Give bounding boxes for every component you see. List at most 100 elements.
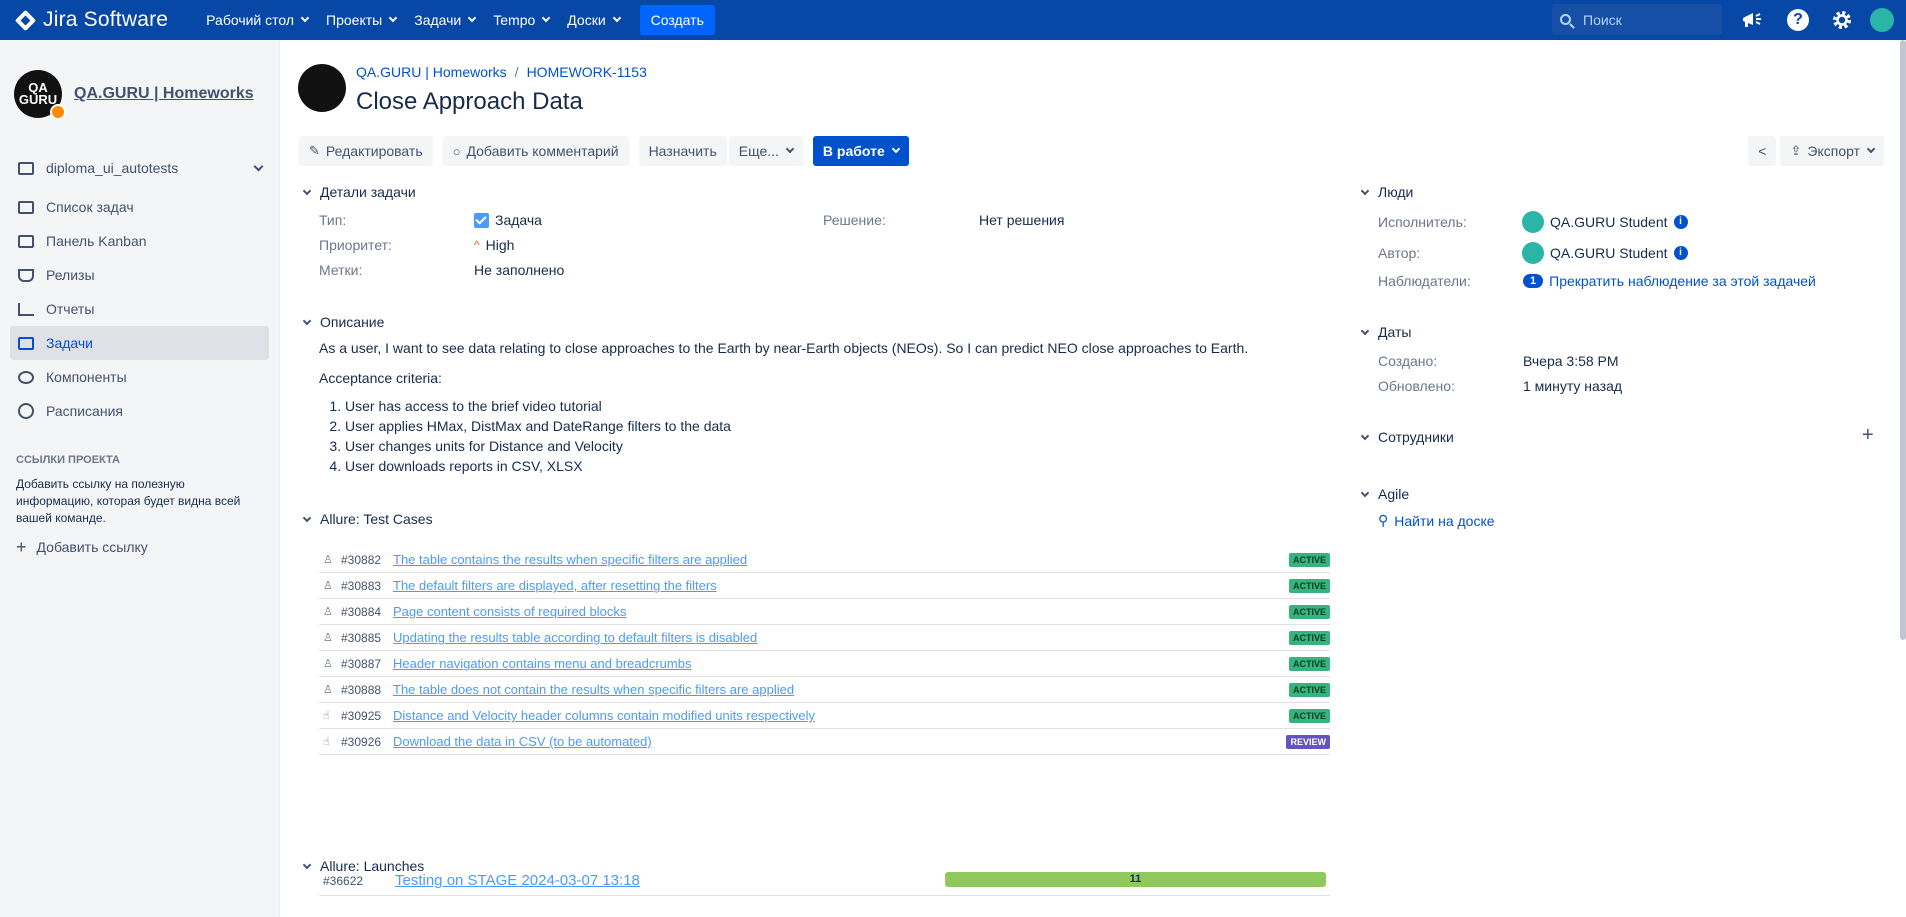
info-icon[interactable]: i <box>1673 215 1688 229</box>
resolution-value: Нет решения <box>979 212 1065 228</box>
comment-icon: ○ <box>452 143 461 159</box>
labels-label: Метки: <box>319 262 363 278</box>
project-avatar[interactable]: QA GURU <box>14 70 66 120</box>
sidebar-item-label: Компоненты <box>46 369 127 385</box>
test-case-link[interactable]: Download the data in CSV (to be automate… <box>393 734 652 749</box>
board-icon <box>18 234 34 248</box>
status-badge: ACTIVE <box>1288 656 1330 671</box>
launch-link[interactable]: Testing on STAGE 2024-03-07 13:18 <box>395 872 640 889</box>
sidebar-item-components[interactable]: Компоненты <box>10 360 269 394</box>
sidebar-item-releases[interactable]: Релизы <box>10 258 269 292</box>
test-case-link[interactable]: The table contains the results when spec… <box>393 552 747 567</box>
top-navigation-bar: Jira Software Рабочий стол Проекты Задач… <box>0 0 1906 40</box>
project-avatar[interactable] <box>298 64 346 112</box>
test-case-id: #30887 <box>341 656 382 671</box>
sidebar-menu: Список задач Панель Kanban Релизы Отчеты… <box>0 190 279 428</box>
page-title[interactable]: Close Approach Data <box>356 88 583 116</box>
project-links-hint: Добавить ссылку на полезную информацию, … <box>16 477 241 525</box>
watchers-value: 1 Прекратить наблюдение за этой задачей <box>1523 273 1816 289</box>
share-button[interactable]: < <box>1748 136 1777 166</box>
test-case-link[interactable]: Updating the results table according to … <box>393 630 757 645</box>
test-case-link[interactable]: Page content consists of required blocks <box>393 604 626 619</box>
nav-projects[interactable]: Проекты <box>326 12 398 28</box>
test-case-id: #30885 <box>341 630 382 645</box>
table-row: ♙ #30883 The default filters are displayed… <box>319 573 1330 599</box>
chevron-down-icon <box>302 316 312 325</box>
board-selector[interactable]: diploma_ui_autotests <box>18 160 264 176</box>
test-case-link[interactable]: Header navigation contains menu and brea… <box>393 656 691 671</box>
stop-watching-link[interactable]: Прекратить наблюдение за этой задачей <box>1549 273 1816 289</box>
find-on-board-link[interactable]: ⚲ Найти на доске <box>1378 512 1495 529</box>
nav-dashboards-label: Рабочий стол <box>206 12 295 28</box>
launch-progress-bar[interactable]: 11 <box>945 872 1326 887</box>
chevron-down-icon <box>302 860 312 869</box>
test-case-link[interactable]: The table does not contain the results w… <box>393 682 794 697</box>
edit-button[interactable]: ✎ Редактировать <box>299 136 433 166</box>
assign-button[interactable]: Назначить <box>638 136 727 166</box>
staff-section-title: Сотрудники <box>1378 429 1454 445</box>
project-sidebar: QA GURU QA.GURU | Homeworks diploma_ui_au… <box>0 40 280 917</box>
breadcrumb-project[interactable]: QA.GURU | Homeworks <box>356 64 507 80</box>
help-icon[interactable]: ? <box>1786 8 1810 32</box>
sidebar-item-schedules[interactable]: Расписания <box>10 394 269 428</box>
jira-logo[interactable]: Jira Software <box>14 8 168 32</box>
comment-label: Добавить комментарий <box>466 143 619 159</box>
status-badge: ACTIVE <box>1288 578 1330 593</box>
user-icon: ♙ <box>323 580 333 592</box>
dates-section-title: Даты <box>1378 324 1412 340</box>
type-label: Тип: <box>319 212 347 228</box>
agile-section-toggle[interactable]: Agile <box>1360 486 1409 502</box>
testcases-section-title: Allure: Test Cases <box>320 511 433 527</box>
user-icon: ♙ <box>323 684 333 696</box>
test-case-link[interactable]: Distance and Velocity header columns con… <box>393 708 815 723</box>
page-scrollbar[interactable] <box>1900 40 1906 640</box>
chevron-down-icon <box>468 13 477 23</box>
nav-issues[interactable]: Задачи <box>414 12 477 28</box>
description-section-toggle[interactable]: Описание <box>302 314 384 330</box>
notifications-megaphone-icon[interactable] <box>1740 8 1764 32</box>
chevron-down-icon <box>542 13 551 23</box>
updated-label: Обновлено: <box>1378 378 1455 394</box>
add-staff-plus-icon[interactable]: + <box>1862 424 1874 447</box>
add-link-button[interactable]: + Добавить ссылку <box>16 538 279 556</box>
assignee-label: Исполнитель: <box>1378 214 1467 230</box>
search-input[interactable]: Поиск <box>1552 4 1722 35</box>
avatar-icon <box>1870 8 1894 32</box>
test-case-link[interactable]: The default filters are displayed, after… <box>393 578 717 593</box>
table-row: ♙ #30888 The table does not contain the re… <box>319 677 1330 703</box>
nav-tempo[interactable]: Tempo <box>493 12 551 28</box>
test-case-id: #30883 <box>341 578 382 593</box>
table-row: ♙ #30884 Page content consists of required… <box>319 599 1330 625</box>
dates-section-toggle[interactable]: Даты <box>1360 324 1411 340</box>
sidebar-item-reports[interactable]: Отчеты <box>10 292 269 326</box>
assignee-name: QA.GURU Student <box>1550 214 1668 230</box>
details-section-toggle[interactable]: Детали задачи <box>302 184 416 200</box>
more-actions-button[interactable]: Еще... <box>728 136 803 166</box>
project-name-link[interactable]: QA.GURU | Homeworks <box>74 85 254 103</box>
sidebar-item-backlog[interactable]: Список задач <box>10 190 269 224</box>
issue-view: QA.GURU | Homeworks / HOMEWORK-1153 Clos… <box>280 40 1906 917</box>
settings-gear-icon[interactable] <box>1830 8 1854 32</box>
nav-dashboards[interactable]: Рабочий стол <box>206 12 310 28</box>
table-row: ♙ #30887 Header navigation contains menu a… <box>319 651 1330 677</box>
add-comment-button[interactable]: ○ Добавить комментарий <box>442 136 629 166</box>
info-icon[interactable]: i <box>1673 246 1688 260</box>
details-section-title: Детали задачи <box>320 184 416 200</box>
sidebar-item-kanban[interactable]: Панель Kanban <box>10 224 269 258</box>
export-button[interactable]: ⇪ Экспорт <box>1780 136 1884 166</box>
user-avatar[interactable] <box>1870 8 1894 32</box>
people-section-toggle[interactable]: Люди <box>1360 184 1413 200</box>
status-transition-button[interactable]: В работе <box>812 136 909 166</box>
user-icon: ♙ <box>323 658 333 670</box>
nav-boards[interactable]: Доски <box>567 12 621 28</box>
staff-section-toggle[interactable]: Сотрудники <box>1360 429 1454 445</box>
assignee-value[interactable]: QA.GURU Student i <box>1522 211 1688 233</box>
create-button[interactable]: Создать <box>639 5 715 35</box>
created-value: Вчера 3:58 PM <box>1523 353 1619 369</box>
testcases-section-toggle[interactable]: Allure: Test Cases <box>302 511 433 527</box>
watchers-count-badge[interactable]: 1 <box>1523 274 1544 288</box>
sidebar-item-issues[interactable]: Задачи <box>10 326 269 360</box>
breadcrumb-issue-key[interactable]: HOMEWORK-1153 <box>527 64 647 80</box>
reporter-value[interactable]: QA.GURU Student i <box>1522 242 1688 264</box>
status-badge: ACTIVE <box>1288 552 1330 567</box>
